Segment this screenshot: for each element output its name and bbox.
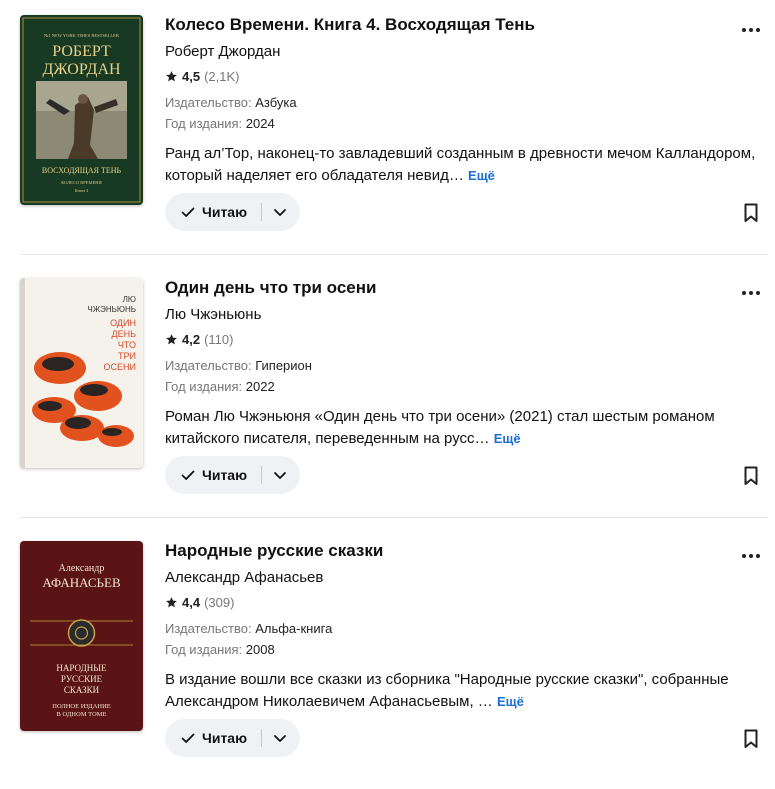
svg-text:НАРОДНЫЕ: НАРОДНЫЕ: [56, 663, 107, 673]
description-text: Ранд ал’Тор, наконец-то завладевший созд…: [165, 145, 756, 184]
bookmark-icon[interactable]: [743, 729, 759, 749]
book-cover[interactable]: №1 NEW YORK TIMES BESTSELLER РОБЕРТ ДЖОР…: [20, 15, 143, 205]
rating-count: (110): [204, 332, 234, 347]
check-icon: [181, 207, 195, 217]
publisher-value: Альфа-книга: [255, 621, 333, 636]
svg-text:ОСЕНИ: ОСЕНИ: [104, 362, 136, 372]
chevron-down-icon[interactable]: [272, 467, 288, 483]
svg-text:ВОСХОДЯЩАЯ ТЕНЬ: ВОСХОДЯЩАЯ ТЕНЬ: [42, 166, 122, 175]
year-row: Год издания: 2008: [165, 642, 275, 657]
book-description: Ранд ал’Тор, наконец-то завладевший созд…: [165, 143, 760, 187]
book-description: В издание вошли все сказки из сборника "…: [165, 669, 760, 713]
svg-text:В ОДНОМ ТОМЕ: В ОДНОМ ТОМЕ: [57, 711, 107, 718]
book-rating: 4,4 (309): [165, 595, 234, 610]
more-options-icon[interactable]: [740, 548, 762, 564]
rating-value: 4,2: [182, 332, 201, 347]
bookmark-icon[interactable]: [743, 203, 759, 223]
publisher-value: Гиперион: [255, 358, 312, 373]
rating-value: 4,5: [182, 69, 201, 84]
svg-text:ЧТО: ЧТО: [118, 340, 136, 350]
book-rating: 4,5 (2,1K): [165, 69, 239, 84]
year-value: 2008: [245, 642, 275, 657]
year-row: Год издания: 2024: [165, 116, 275, 131]
svg-text:ТРИ: ТРИ: [118, 351, 136, 361]
svg-text:СКАЗКИ: СКАЗКИ: [64, 685, 100, 695]
status-label: Читаю: [202, 204, 248, 220]
book-author[interactable]: Лю Чжэньюнь: [165, 306, 261, 323]
book-list: №1 NEW YORK TIMES BESTSELLER РОБЕРТ ДЖОР…: [0, 0, 775, 768]
divider: [261, 729, 263, 747]
book-card: ЛЮ ЧЖЭНЬЮНЬ ОДИН ДЕНЬ ЧТО ТРИ ОСЕНИ Один…: [0, 263, 775, 526]
book-card: №1 NEW YORK TIMES BESTSELLER РОБЕРТ ДЖОР…: [0, 0, 775, 263]
reading-status-button[interactable]: Читаю: [165, 193, 300, 231]
svg-text:АФАНАСЬЕВ: АФАНАСЬЕВ: [42, 575, 121, 590]
publisher-label: Издательство:: [165, 95, 252, 110]
year-label: Год издания:: [165, 116, 243, 131]
book-author[interactable]: Роберт Джордан: [165, 43, 280, 60]
reading-status-button[interactable]: Читаю: [165, 456, 300, 494]
svg-text:ЧЖЭНЬЮНЬ: ЧЖЭНЬЮНЬ: [87, 305, 136, 314]
publisher-row: Издательство: Азбука: [165, 95, 297, 110]
publisher-label: Издательство:: [165, 358, 252, 373]
book-cover[interactable]: Александр АФАНАСЬЕВ НАРОДНЫЕ РУССКИЕ СКА…: [20, 541, 143, 731]
description-text: В издание вошли все сказки из сборника "…: [165, 671, 729, 710]
star-icon: [166, 597, 177, 608]
rating-count: (309): [204, 595, 235, 610]
svg-text:ОДИН: ОДИН: [110, 318, 136, 328]
status-label: Читаю: [202, 467, 248, 483]
divider: [261, 203, 263, 221]
more-options-icon[interactable]: [740, 22, 762, 38]
publisher-row: Издательство: Гиперион: [165, 358, 312, 373]
svg-text:ДЕНЬ: ДЕНЬ: [111, 329, 136, 339]
year-value: 2024: [245, 116, 275, 131]
star-icon: [166, 71, 177, 82]
book-rating: 4,2 (110): [165, 332, 233, 347]
book-title[interactable]: Один день что три осени: [165, 278, 376, 298]
rating-count: (2,1K): [204, 69, 240, 84]
chevron-down-icon[interactable]: [272, 204, 288, 220]
svg-text:РУССКИЕ: РУССКИЕ: [61, 674, 103, 684]
status-label: Читаю: [202, 730, 248, 746]
more-link[interactable]: Ещё: [468, 168, 495, 183]
book-title[interactable]: Народные русские сказки: [165, 541, 383, 561]
svg-text:КОЛЕСО ВРЕМЕНИ: КОЛЕСО ВРЕМЕНИ: [61, 180, 102, 185]
svg-text:№1 NEW YORK TIMES BESTSELLER: №1 NEW YORK TIMES BESTSELLER: [44, 33, 119, 38]
book-title[interactable]: Колесо Времени. Книга 4. Восходящая Тень: [165, 15, 535, 35]
divider: [20, 517, 768, 518]
rating-value: 4,4: [182, 595, 201, 610]
svg-text:ДЖОРДАН: ДЖОРДАН: [42, 61, 121, 78]
book-cover[interactable]: ЛЮ ЧЖЭНЬЮНЬ ОДИН ДЕНЬ ЧТО ТРИ ОСЕНИ: [20, 278, 143, 468]
svg-text:РОБЕРТ: РОБЕРТ: [52, 43, 111, 60]
description-text: Роман Лю Чжэньюня «Один день что три осе…: [165, 408, 715, 447]
more-link[interactable]: Ещё: [497, 694, 524, 709]
check-icon: [181, 470, 195, 480]
book-card: Александр АФАНАСЬЕВ НАРОДНЫЕ РУССКИЕ СКА…: [0, 526, 775, 789]
divider: [20, 254, 768, 255]
year-value: 2022: [245, 379, 275, 394]
svg-text:ПОЛНОЕ ИЗДАНИЕ: ПОЛНОЕ ИЗДАНИЕ: [52, 703, 111, 710]
svg-text:Книга 4: Книга 4: [75, 188, 88, 193]
publisher-label: Издательство:: [165, 621, 252, 636]
star-icon: [166, 334, 177, 345]
chevron-down-icon[interactable]: [272, 730, 288, 746]
book-description: Роман Лю Чжэньюня «Один день что три осе…: [165, 406, 760, 450]
svg-text:ЛЮ: ЛЮ: [123, 295, 136, 304]
year-row: Год издания: 2022: [165, 379, 275, 394]
bookmark-icon[interactable]: [743, 466, 759, 486]
more-link[interactable]: Ещё: [494, 431, 521, 446]
more-options-icon[interactable]: [740, 285, 762, 301]
year-label: Год издания:: [165, 642, 243, 657]
year-label: Год издания:: [165, 379, 243, 394]
divider: [261, 466, 263, 484]
book-author[interactable]: Александр Афанасьев: [165, 569, 323, 586]
publisher-value: Азбука: [255, 95, 297, 110]
publisher-row: Издательство: Альфа-книга: [165, 621, 332, 636]
svg-text:Александр: Александр: [59, 563, 105, 574]
reading-status-button[interactable]: Читаю: [165, 719, 300, 757]
check-icon: [181, 733, 195, 743]
